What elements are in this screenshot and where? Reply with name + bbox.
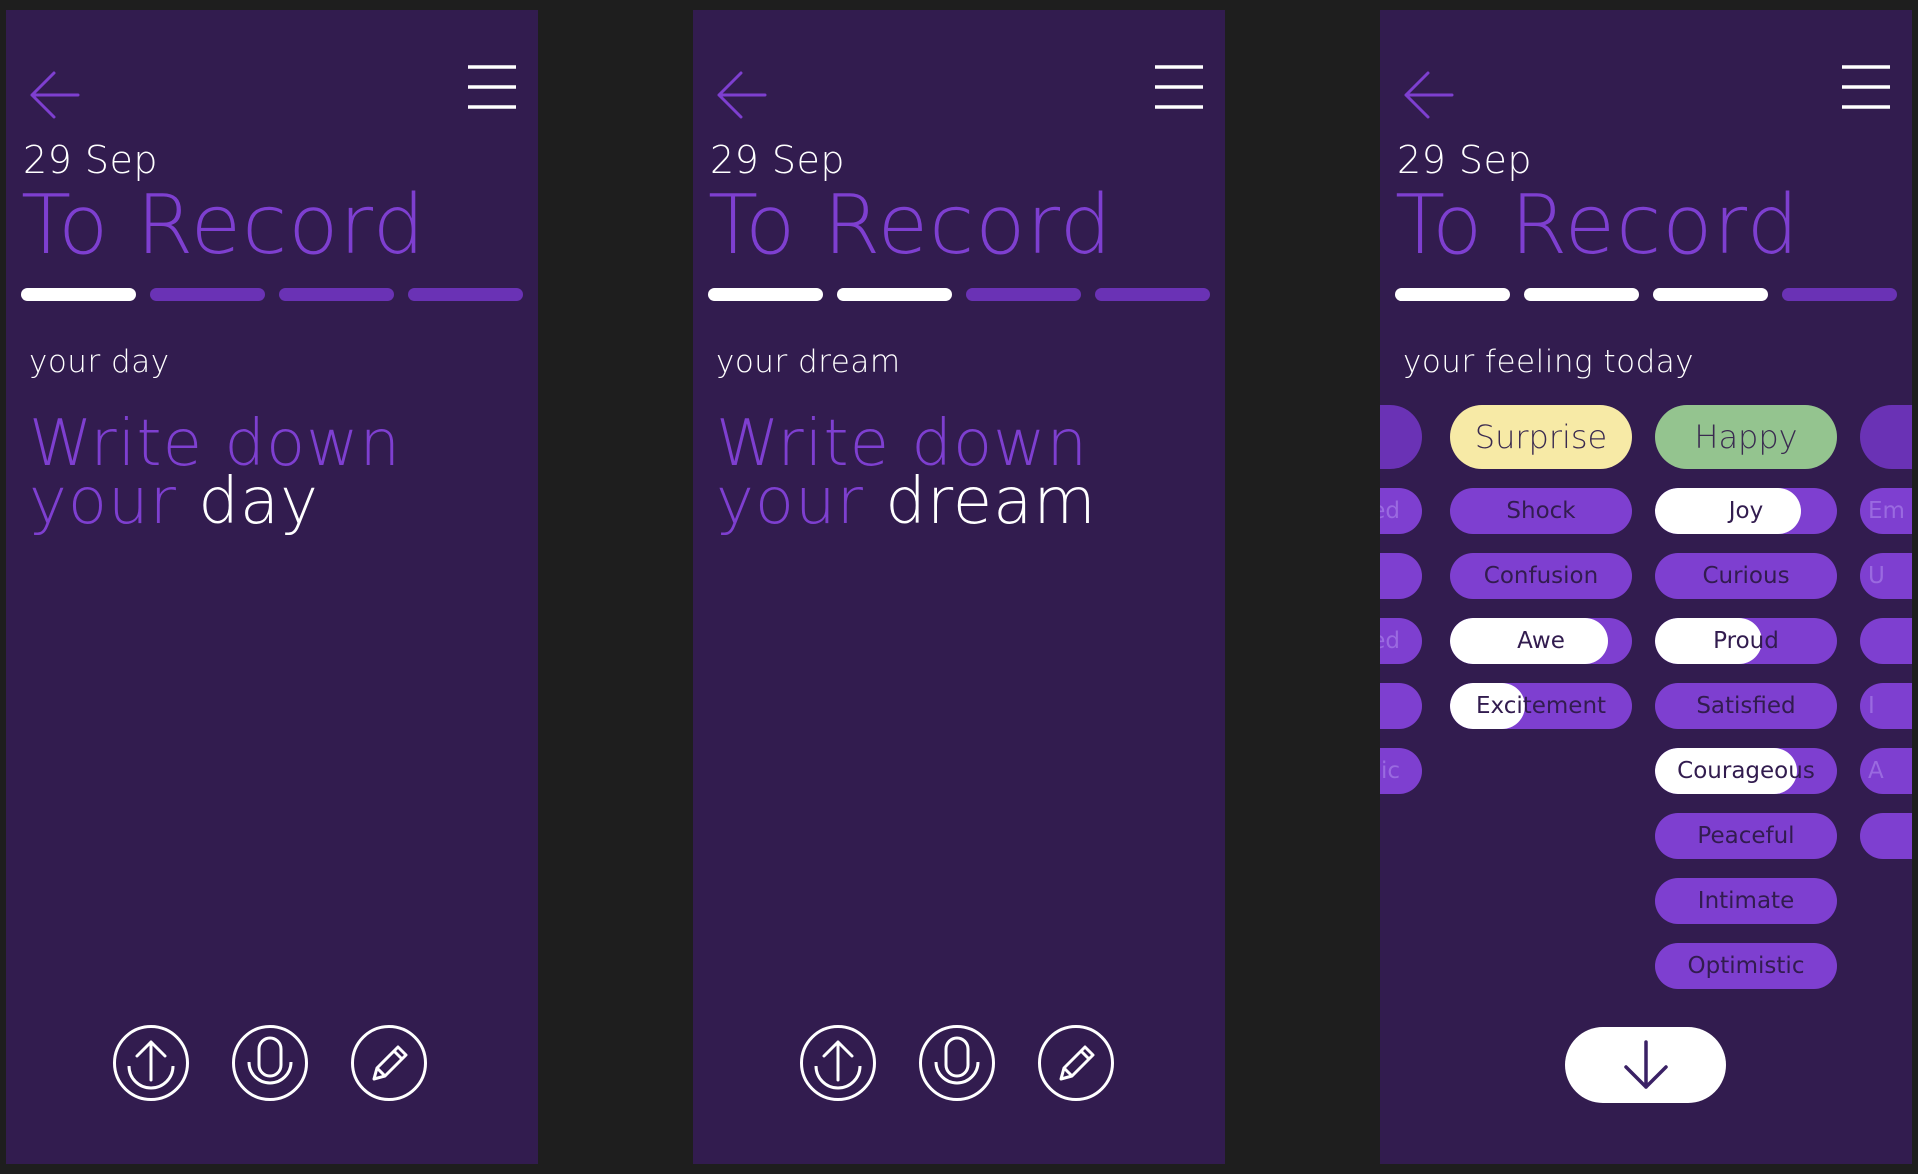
emotion-column-left-partial: ed ed ic [1380,405,1422,794]
page-title: To Record [21,178,426,273]
arrow-down-icon [1624,1040,1668,1089]
voice-record-button[interactable] [232,1025,308,1101]
emotion-pill-partial[interactable]: I [1860,683,1912,729]
emotion-category-partial[interactable] [1380,405,1422,469]
emotion-pill-partial[interactable]: ic [1380,748,1422,794]
step-progress [708,288,1210,302]
prompt-line-2: your day [29,470,401,534]
next-step-button[interactable] [1565,1027,1726,1103]
arrow-left-icon[interactable] [1400,66,1458,124]
page-title: To Record [708,178,1113,273]
date-label: 29 Sep [23,138,159,182]
emotion-pill-excitement[interactable]: Excitement [1450,683,1632,729]
progress-segment [1653,288,1768,301]
record-feeling-screen: 29 Sep To Record your feeling today ed e… [1380,10,1912,1164]
emotion-pill-shock[interactable]: Shock [1450,488,1632,534]
progress-segment [408,288,523,301]
emotion-pill-awe[interactable]: Awe [1450,618,1632,664]
progress-segment [837,288,952,301]
hamburger-menu-icon[interactable] [468,62,516,112]
emotion-pill-partial[interactable] [1860,813,1912,859]
arrow-left-icon[interactable] [26,66,84,124]
emotion-column-happy: Happy Joy Curious Proud Satisfied Courag… [1655,405,1837,989]
write-prompt[interactable]: Write down your dream [716,412,1097,534]
prompt-highlight: day [198,465,319,539]
date-label: 29 Sep [1397,138,1533,182]
emotion-column-surprise: Surprise Shock Confusion Awe Excitement [1450,405,1632,729]
emotion-category-partial[interactable] [1860,405,1912,469]
prompt-your: your [716,465,864,539]
page-title: To Record [1395,178,1800,273]
upload-icon [127,1040,175,1090]
emotion-pill-partial[interactable]: ed [1380,618,1422,664]
emotion-pill-partial[interactable]: U [1860,553,1912,599]
pencil-icon [1059,1045,1095,1081]
progress-segment [708,288,823,301]
write-button[interactable] [1038,1025,1114,1101]
emotion-category-surprise[interactable]: Surprise [1450,405,1632,469]
emotion-column-right-partial: Em U I A [1860,405,1912,859]
record-day-screen: 29 Sep To Record your day Write down you… [6,10,538,1164]
progress-segment [150,288,265,301]
emotion-pill-optimistic[interactable]: Optimistic [1655,943,1837,989]
emotion-pill-partial[interactable]: Em [1860,488,1912,534]
emotion-pill-joy[interactable]: Joy [1655,488,1837,534]
emotion-pill-partial[interactable] [1380,553,1422,599]
upload-icon [814,1040,862,1090]
progress-segment [21,288,136,301]
input-toolbar [6,1025,538,1105]
write-prompt[interactable]: Write down your day [29,412,401,534]
emotion-category-happy[interactable]: Happy [1655,405,1837,469]
emotion-pill-curious[interactable]: Curious [1655,553,1837,599]
section-subtitle: your day [29,344,170,380]
microphone-icon [247,1036,293,1085]
progress-segment [1395,288,1510,301]
progress-segment [279,288,394,301]
progress-segment [1524,288,1639,301]
step-progress [21,288,523,302]
prompt-your: your [29,465,177,539]
section-subtitle: your dream [716,344,901,380]
pencil-icon [372,1045,408,1081]
emotion-intensity-fill[interactable] [1655,488,1801,534]
emotion-pill-partial[interactable] [1860,618,1912,664]
emotion-pill-confusion[interactable]: Confusion [1450,553,1632,599]
upload-button[interactable] [113,1025,189,1101]
voice-record-button[interactable] [919,1025,995,1101]
hamburger-menu-icon[interactable] [1842,62,1890,112]
date-label: 29 Sep [710,138,846,182]
upload-button[interactable] [800,1025,876,1101]
emotion-pill-partial[interactable]: A [1860,748,1912,794]
progress-segment [1095,288,1210,301]
emotion-pill-courageous[interactable]: Courageous [1655,748,1837,794]
emotion-pill-proud[interactable]: Proud [1655,618,1837,664]
microphone-icon [934,1036,980,1085]
record-dream-screen: 29 Sep To Record your dream Write down y… [693,10,1225,1164]
emotion-pill-peaceful[interactable]: Peaceful [1655,813,1837,859]
input-toolbar [693,1025,1225,1105]
emotion-pill-satisfied[interactable]: Satisfied [1655,683,1837,729]
prompt-line-2: your dream [716,470,1097,534]
emotion-pill-partial[interactable]: ed [1380,488,1422,534]
hamburger-menu-icon[interactable] [1155,62,1203,112]
emotion-pill-partial[interactable] [1380,683,1422,729]
progress-segment [966,288,1081,301]
progress-segment [1782,288,1897,301]
write-button[interactable] [351,1025,427,1101]
section-subtitle: your feeling today [1403,344,1695,380]
prompt-highlight: dream [885,465,1097,539]
arrow-left-icon[interactable] [713,66,771,124]
step-progress [1395,288,1897,302]
emotion-pill-intimate[interactable]: Intimate [1655,878,1837,924]
